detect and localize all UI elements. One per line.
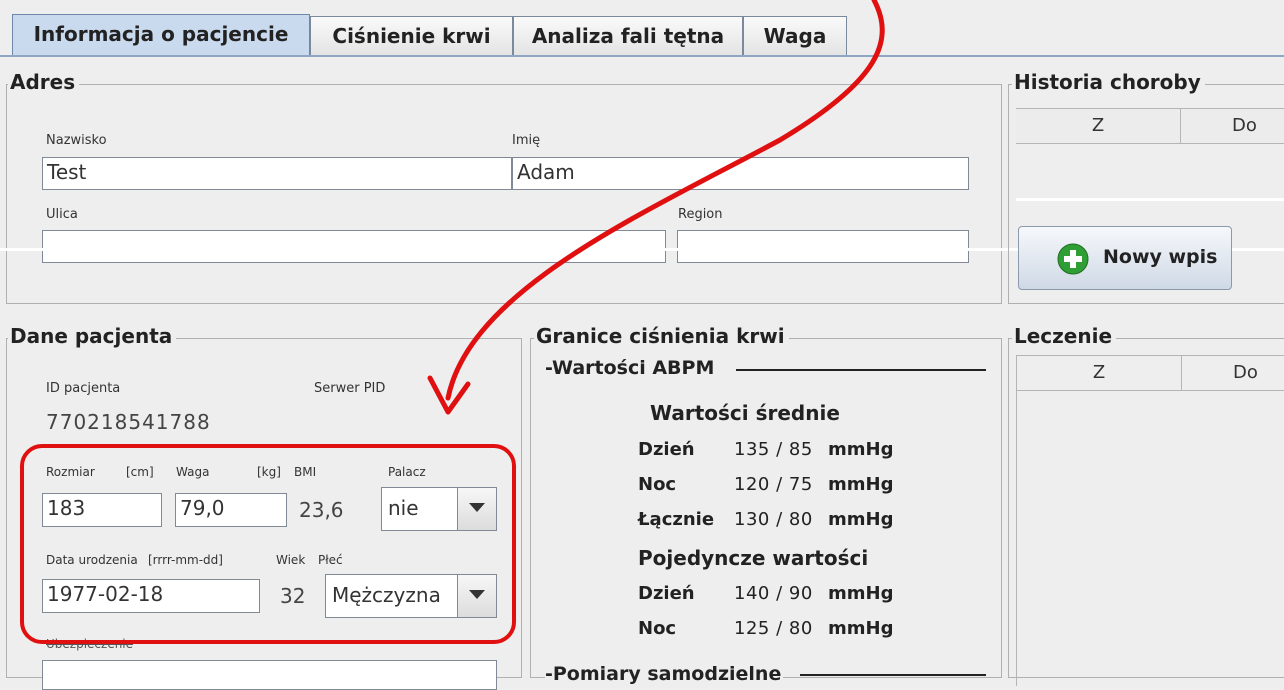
annotation-arrow — [427, 0, 885, 415]
